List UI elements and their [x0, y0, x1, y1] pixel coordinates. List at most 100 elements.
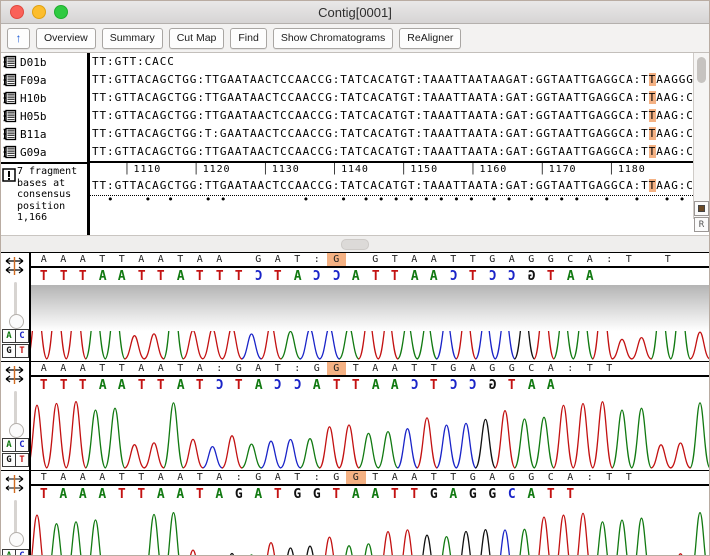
panel-splitter[interactable]	[1, 235, 709, 253]
consensus-note: 7 fragment bases at consensus position 1…	[1, 164, 87, 224]
orientation-arrows-icon[interactable]	[1, 471, 29, 497]
base-call: G	[547, 254, 554, 265]
trace-base: A	[176, 487, 185, 502]
reverse-button[interactable]: R	[694, 217, 709, 232]
fragment-name-row[interactable]: D01b	[1, 53, 87, 71]
slider-knob[interactable]	[9, 423, 24, 438]
base-call: T	[274, 363, 281, 374]
trace-base: G	[234, 487, 243, 502]
trace-base: C	[332, 269, 341, 284]
trace-base: A	[429, 269, 438, 284]
alignment-vertical-scrollbar[interactable]	[693, 53, 709, 219]
base-call: A	[60, 254, 67, 265]
fragment-name-label: G09a	[20, 145, 47, 159]
trace-base: A	[156, 487, 165, 502]
trace-base: T	[468, 269, 477, 284]
fragment-icon	[3, 91, 17, 105]
fragment-icon	[3, 55, 17, 69]
chromatogram-controls: A C G T	[1, 471, 31, 555]
base-call: G	[372, 254, 379, 265]
alignment-sequence-row[interactable]: TT:GTT:CACC	[90, 53, 693, 71]
chromatogram-trace-area[interactable]: AAATTAATA:GAT:GGTAATTGAGGCA:TTTTTAATTATC…	[31, 362, 709, 470]
base-toggle-t[interactable]: T	[15, 344, 29, 358]
fragment-icon	[3, 127, 17, 141]
base-toggle-a[interactable]: A	[2, 329, 16, 343]
find-button[interactable]: Find	[230, 27, 267, 49]
base-toggle-c[interactable]: C	[15, 549, 29, 555]
base-toggle-g[interactable]: G	[2, 344, 16, 358]
orientation-arrows-icon[interactable]	[1, 253, 29, 279]
splitter-grip[interactable]	[341, 239, 369, 250]
slider-knob[interactable]	[9, 532, 24, 547]
trace-base: C	[488, 269, 497, 284]
realigner-button[interactable]: ReAligner	[399, 27, 462, 49]
base-toggle-g[interactable]: G	[2, 453, 16, 467]
alignment-sequence-row[interactable]: TT:GTTACAGCTGG:TTGAATAACTCCAACCG:TATCACA…	[90, 143, 693, 161]
base-call: T	[118, 254, 125, 265]
trace-base: A	[98, 487, 107, 502]
fragment-icon	[3, 73, 17, 87]
chromatogram-pane[interactable]: A C G T TAAATTAATA:GAT:GGTAATTGAGGCA:TTT…	[1, 471, 709, 555]
base-toggle-t[interactable]: T	[15, 453, 29, 467]
base-toggle-c[interactable]: C	[15, 438, 29, 452]
base-call: T	[138, 472, 145, 483]
overview-button[interactable]: Overview	[36, 27, 96, 49]
colored-base-row: TTTAATTATTTCTACCATTAACTCCGTAA	[31, 268, 709, 285]
chromatogram-pane[interactable]: A C G T AAATTAATAAGAT:GGTAATTGAGGCA:TTTT…	[1, 253, 709, 362]
scrollbar-thumb[interactable]	[697, 57, 706, 83]
alignment-sequence-row[interactable]: TT:GTTACAGCTGG:T:GAATAACTCCAACCG:TATCACA…	[90, 125, 693, 143]
trace-base: T	[234, 378, 243, 393]
trace-base: T	[273, 487, 282, 502]
chromatogram-trace-area[interactable]: TAAATTAATA:GAT:GGTAATTGAGGCA:TTTAAATTAAT…	[31, 471, 709, 555]
base-filter-buttons: A C G T	[2, 549, 29, 555]
fragment-name-label: H05b	[20, 109, 47, 123]
base-call: T	[625, 472, 632, 483]
base-call: G	[528, 472, 535, 483]
trace-base: C	[410, 378, 419, 393]
trace-base: A	[351, 487, 360, 502]
chromatogram-trace-area[interactable]: AAATTAATAAGAT:GGTAATTGAGGCA:TTTTTAATTATT…	[31, 253, 709, 361]
base-toggle-a[interactable]: A	[2, 438, 16, 452]
move-up-button[interactable]: ↑	[7, 27, 30, 49]
consensus-note-text: 7 fragment bases at consensus position 1…	[17, 166, 78, 223]
alignment-sequence-row[interactable]: TT:GTTACAGCTGG:TTGAATAACTCCAACCG:TATCACA…	[90, 107, 693, 125]
fragment-name-row[interactable]: G09a	[1, 143, 87, 161]
fragment-name-row[interactable]: H10b	[1, 89, 87, 107]
base-call: C	[528, 363, 535, 374]
trace-base: A	[59, 487, 68, 502]
base-call: T	[450, 254, 457, 265]
scale-slider[interactable]	[9, 282, 24, 329]
alignment-sequence-row[interactable]: TT:GTTACAGCTGG:TTGAATAACTCCAACCG:TATCACA…	[90, 89, 693, 107]
base-call-row: A A A T T A A T A A G A T: G G T A A T T G A G G C A: T T	[31, 253, 709, 268]
slider-knob[interactable]	[9, 314, 24, 329]
trace-base: A	[371, 378, 380, 393]
base-call: A	[138, 363, 145, 374]
scale-slider[interactable]	[9, 391, 24, 438]
base-call: :	[313, 254, 320, 265]
summary-button[interactable]: Summary	[101, 27, 163, 49]
base-call: T	[586, 363, 593, 374]
chromatogram-pane[interactable]: A C G T AAATTAATA:GAT:GGTAATTGAGGCA:TTTT…	[1, 362, 709, 471]
scale-slider[interactable]	[9, 500, 24, 547]
marker-button[interactable]	[694, 201, 709, 216]
base-toggle-a[interactable]: A	[2, 549, 16, 555]
trace-base: A	[390, 378, 399, 393]
base-call: T	[469, 254, 476, 265]
cut-map-button[interactable]: Cut Map	[168, 27, 225, 49]
trace-base: T	[371, 269, 380, 284]
trace-base: C	[215, 378, 224, 393]
fragment-name-row[interactable]: F09a	[1, 71, 87, 89]
slider-track	[13, 500, 17, 534]
slider-track	[13, 391, 17, 425]
trace-base: T	[390, 269, 399, 284]
alignment-sequence-row[interactable]: TT:GTTACAGCTGG:TTGAATAACTCCAACCG:TATCACA…	[90, 71, 693, 89]
base-call: :	[606, 254, 613, 265]
base-toggle-c[interactable]: C	[15, 329, 29, 343]
fragment-name-row[interactable]: B11a	[1, 125, 87, 143]
trace-base: A	[351, 269, 360, 284]
alignment-sequences[interactable]: TT:GTT:CACC TT:GTTACAGCTGG:TTGAATAACTCCAA…	[89, 53, 693, 235]
show-chromatograms-button[interactable]: Show Chromatograms	[272, 27, 394, 49]
orientation-arrows-icon[interactable]	[1, 362, 29, 388]
trace-base: T	[215, 269, 224, 284]
fragment-name-row[interactable]: H05b	[1, 107, 87, 125]
